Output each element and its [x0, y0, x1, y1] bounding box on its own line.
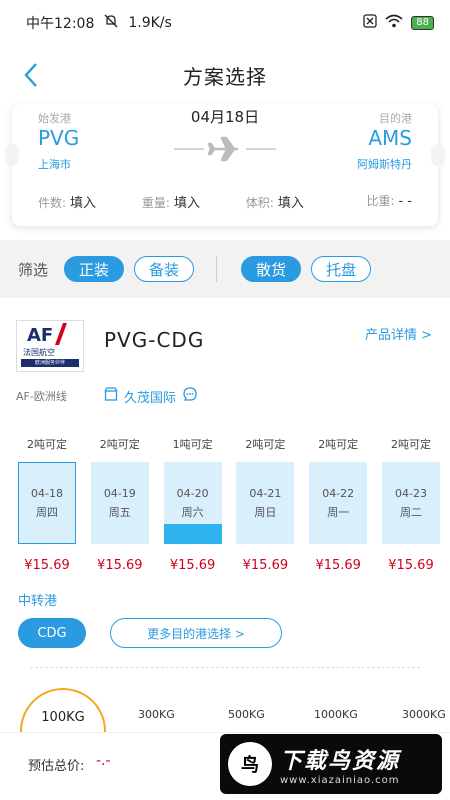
date-option[interactable]: 2吨可定 04-21 周日 ¥15.69	[236, 436, 295, 573]
flight-date[interactable]: 04月18日	[12, 106, 438, 127]
date-option[interactable]: 2吨可定 04-23 周二 ¥15.69	[381, 436, 440, 573]
airplane-icon	[174, 134, 276, 164]
date-card[interactable]: 04-22 周一	[309, 462, 368, 544]
origin-city: 上海市	[38, 158, 71, 171]
date-card[interactable]: 04-21 周日	[236, 462, 295, 544]
date-price: ¥15.69	[169, 558, 216, 573]
date-price: ¥15.69	[97, 558, 143, 573]
more-destinations-button[interactable]: 更多目的港选择 >	[110, 618, 282, 648]
volume-field[interactable]: 体积: 填入	[246, 192, 350, 211]
route-title: PVG-CDG	[104, 328, 205, 352]
network-speed: 1.9K/s	[128, 15, 172, 31]
wifi-icon	[385, 14, 403, 32]
ticket-notch-left	[5, 144, 19, 166]
date-price: ¥15.69	[315, 558, 361, 573]
date-card[interactable]: 04-19 周五	[90, 462, 149, 544]
filter-bar: 筛选 正装 备装 散货 托盘	[0, 240, 450, 298]
filter-divider	[216, 256, 218, 282]
density-field: 比重: - -	[366, 194, 412, 209]
route-ticket-card: 始发港 目的港 04月18日 PVG AMS 上海市 阿姆斯特丹 件数: 填入 重…	[5, 104, 445, 226]
total-price-label: 预估总价:	[28, 759, 85, 774]
destination-city: 阿姆斯特丹	[357, 158, 412, 171]
section-divider	[30, 667, 420, 668]
airline-logo: AF 法国航空 欧洲服务伙伴	[16, 320, 84, 372]
date-option[interactable]: 2吨可定 04-22 周一 ¥15.69	[309, 436, 368, 573]
route-subtitle: AF-欧洲线	[16, 390, 67, 403]
agent-name: 久茂国际	[124, 390, 177, 406]
filter-label: 筛选	[18, 260, 49, 279]
origin-code[interactable]: PVG	[38, 126, 79, 150]
date-card[interactable]: 04-23 周二	[381, 462, 440, 544]
bottom-bar: 预估总价: -.- 鸟 下载鸟资源 www.xiazainiao.com	[0, 732, 450, 800]
total-price-value: -.-	[96, 753, 111, 769]
watermark-bird-icon: 鸟	[228, 742, 272, 786]
destination-code[interactable]: AMS	[368, 126, 412, 150]
chat-icon[interactable]	[182, 386, 198, 406]
weight-tier-option[interactable]: 3000KG	[402, 708, 446, 721]
weight-tier-option[interactable]: 300KG	[138, 708, 175, 721]
date-card[interactable]: 04-18 周四	[18, 462, 76, 544]
filter-normal-pill[interactable]: 正装	[64, 256, 125, 282]
date-price: ¥15.69	[24, 558, 70, 573]
status-bar: 中午12:08 1.9K/s 88	[0, 0, 450, 46]
nav-bar: 方案选择	[0, 46, 450, 104]
filter-pallet-pill[interactable]: 托盘	[311, 256, 372, 282]
agent-info[interactable]: 久茂国际	[104, 386, 198, 406]
weight-field[interactable]: 重量: 填入	[142, 192, 246, 211]
back-arrow-icon[interactable]	[20, 60, 44, 90]
product-detail-link[interactable]: 产品详情 >	[365, 324, 432, 343]
watermark-logo: 鸟 下载鸟资源 www.xiazainiao.com	[220, 734, 442, 794]
transfer-port-cdg-button[interactable]: CDG	[18, 618, 86, 648]
date-option[interactable]: 2吨可定 04-19 周五 ¥15.69	[90, 436, 149, 573]
transfer-port-label: 中转港	[18, 594, 58, 609]
pieces-field[interactable]: 件数: 填入	[38, 192, 142, 211]
date-option[interactable]: 2吨可定 04-18 周四 ¥15.69	[18, 436, 76, 573]
ticket-notch-right	[431, 144, 445, 166]
sim-off-icon	[363, 14, 377, 32]
date-selector: 2吨可定 04-18 周四 ¥15.69 2吨可定 04-19 周五 ¥15.69 …	[18, 436, 440, 573]
agent-store-icon	[104, 387, 118, 405]
date-option[interactable]: 1吨可定 04-20 周六 ¥15.69	[163, 436, 222, 573]
weight-tier-option[interactable]: 500KG	[228, 708, 265, 721]
date-card[interactable]: 04-20 周六	[163, 462, 222, 544]
date-capacity-fill	[163, 523, 222, 544]
cargo-fields: 件数: 填入 重量: 填入 体积: 填入 比重: - -	[38, 192, 412, 211]
page-title: 方案选择	[183, 64, 267, 89]
mute-icon	[104, 14, 118, 32]
weight-tier-option[interactable]: 1000KG	[314, 708, 358, 721]
battery-icon: 88	[411, 16, 434, 30]
filter-backup-pill[interactable]: 备装	[134, 256, 195, 282]
filter-bulk-pill[interactable]: 散货	[241, 256, 302, 282]
date-price: ¥15.69	[242, 558, 289, 573]
status-time: 中午12:08	[26, 16, 95, 32]
date-price: ¥15.69	[388, 558, 434, 573]
